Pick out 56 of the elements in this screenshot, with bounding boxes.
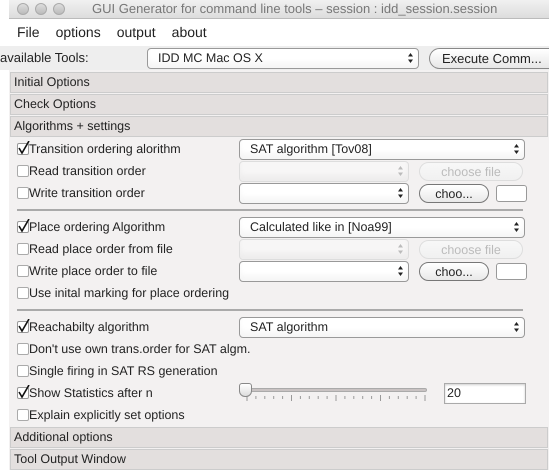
dropdown[interactable] [239,182,409,204]
checkbox[interactable] [17,143,29,155]
number-field[interactable]: 20 [444,382,526,404]
menu-item[interactable]: output [116,22,156,43]
checkbox-label[interactable]: Single firing in SAT RS generation [29,362,218,380]
section-header[interactable]: Initial Options [10,72,548,93]
dropdown[interactable] [239,260,409,282]
checkbox-label[interactable]: Place ordering Algorithm [29,218,166,236]
checkbox-label[interactable]: Don't use own trans.order for SAT algm. [29,340,250,358]
checkbox-label[interactable]: Write transition order [29,184,145,202]
slider[interactable] [239,382,429,404]
small-button[interactable] [496,262,527,280]
checkbox-label[interactable]: Transition ordering alorithm [29,140,181,158]
menu-item[interactable]: File [17,22,40,43]
tools-label: available Tools: [0,49,90,68]
checkbox-label[interactable]: Write place order to file [29,262,158,280]
checkbox[interactable] [17,187,29,199]
section-header[interactable]: Additional options [10,427,548,448]
zoom-button[interactable] [53,3,65,15]
dropdown-arrows-icon [397,265,404,277]
dropdown-arrows-icon [397,243,404,255]
dropdown-arrows-icon [407,52,414,64]
dropdown[interactable]: SAT algorithm [Tov08] [239,138,525,160]
dropdown-arrows-icon [513,143,520,155]
dropdown[interactable]: Calculated like in [Noa99] [239,216,525,238]
minimize-button[interactable] [35,3,47,15]
execute-button[interactable]: Execute Comm... [429,48,549,68]
checkbox-label[interactable]: Explain explicitly set options [29,406,185,424]
choose-file-button[interactable]: choo... [419,262,489,280]
window-title: GUI Generator for command line tools – session : idd_session.session [92,0,498,18]
dropdown[interactable]: IDD MC Mac OS X [147,48,419,68]
checkbox[interactable] [17,409,29,421]
dropdown-arrows-icon [513,321,520,333]
section-header[interactable]: Check Options [10,94,548,115]
section-header[interactable]: Tool Output Window [10,449,548,470]
checkbox-label[interactable]: Show Statistics after n [29,384,153,402]
slider-thumb[interactable] [239,383,252,397]
checkbox[interactable] [17,287,29,299]
section-header[interactable]: Algorithms + settings [10,116,548,137]
small-button[interactable] [496,184,527,202]
checkbox[interactable] [17,343,29,355]
close-button[interactable] [17,3,29,15]
menu-item[interactable]: about [172,22,207,43]
dropdown-arrows-icon [397,165,404,177]
checkbox[interactable] [17,321,29,333]
checkbox[interactable] [17,221,29,233]
dropdown[interactable]: SAT algorithm [239,316,525,338]
checkbox-label[interactable]: Reachabilty algorithm [29,318,150,336]
checkbox[interactable] [17,265,29,277]
checkbox[interactable] [17,387,29,399]
menu-item[interactable]: options [56,22,101,43]
checkbox[interactable] [17,365,29,377]
dropdown-arrows-icon [513,221,520,233]
dropdown-arrows-icon [397,187,404,199]
choose-file-button[interactable]: choo... [419,184,489,202]
checkbox-label[interactable]: Use inital marking for place ordering [29,284,230,302]
